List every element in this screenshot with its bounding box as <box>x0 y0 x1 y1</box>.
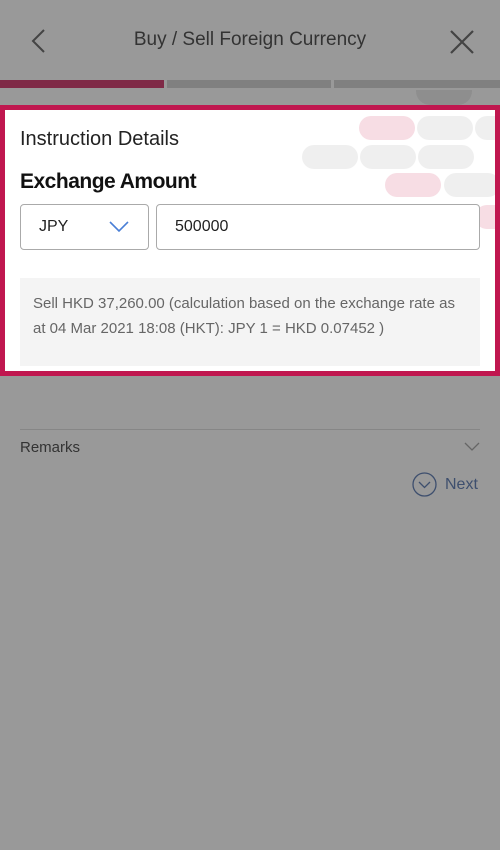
decor-pill <box>475 116 495 140</box>
decor-pill <box>416 90 472 105</box>
decor-pill <box>359 116 415 140</box>
next-button[interactable]: Next <box>412 472 478 497</box>
remarks-toggle[interactable]: Remarks <box>20 439 80 456</box>
decor-pill <box>417 116 473 140</box>
page-title: Buy / Sell Foreign Currency <box>133 29 367 50</box>
decor-pill <box>360 145 416 169</box>
amount-input[interactable] <box>156 204 480 250</box>
divider <box>20 429 480 430</box>
circle-chevron-down-icon <box>412 472 437 497</box>
header: Buy / Sell Foreign Currency <box>0 0 500 80</box>
instruction-details-panel: Instruction Details Exchange Amount JPY … <box>0 105 500 376</box>
section-title: Instruction Details <box>20 128 179 150</box>
currency-value: JPY <box>39 218 69 235</box>
close-icon[interactable] <box>450 30 474 54</box>
decor-pill <box>444 173 495 197</box>
step-progress <box>0 80 500 88</box>
progress-step-2 <box>167 80 331 88</box>
decor-pill <box>418 145 474 169</box>
chevron-down-icon <box>109 221 129 233</box>
chevron-down-icon[interactable] <box>464 442 480 452</box>
progress-step-1 <box>0 80 164 88</box>
next-label: Next <box>445 475 478 493</box>
exchange-amount-label: Exchange Amount <box>20 170 197 193</box>
decor-pill <box>385 173 441 197</box>
currency-select[interactable]: JPY <box>20 204 149 250</box>
progress-step-3 <box>334 80 500 88</box>
exchange-info: Sell HKD 37,260.00 (calculation based on… <box>20 278 480 366</box>
decor-pill <box>302 145 358 169</box>
